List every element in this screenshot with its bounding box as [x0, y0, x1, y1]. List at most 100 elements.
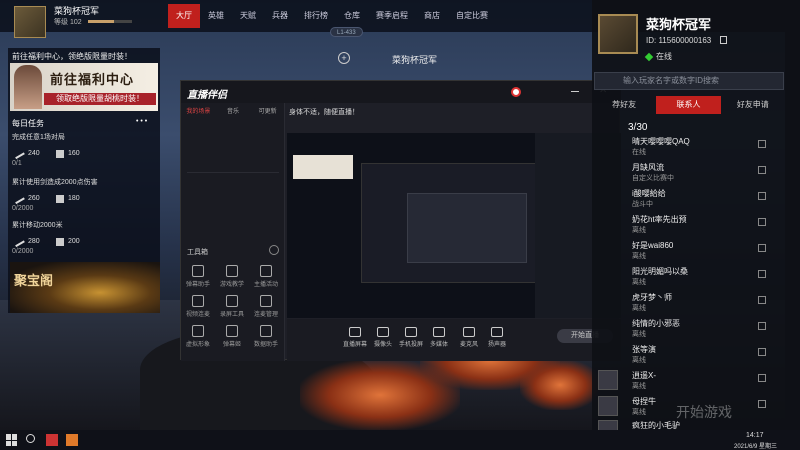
friend-item[interactable]: 好是wai860 离线 [598, 238, 784, 262]
friend-action-icon[interactable] [758, 192, 766, 200]
task-item: 完成任意1场对局 240 160 0/1 [12, 132, 160, 167]
nav-item-season[interactable]: 赛季启程 [368, 4, 416, 28]
source-phone-button[interactable]: 手机投屏 [399, 327, 423, 348]
tool-danmu-helper[interactable]: 弹幕助手 [185, 265, 211, 288]
player-level: 等级 102 [54, 19, 82, 26]
app-icon-red[interactable] [46, 434, 58, 446]
friend-item[interactable]: 纯情的小邪恶 离线 [598, 316, 784, 340]
microphone-button[interactable]: 麦克风 [457, 327, 481, 348]
promo-subtitle: 领取绝版限量胡桃时装！ [44, 93, 156, 105]
nav-item-warehouse[interactable]: 仓库 [336, 4, 368, 28]
nav-item-talents[interactable]: 天赋 [232, 4, 264, 28]
stream-app-sidebar: 我的场景 音乐 可更新 工具箱 弹幕助手 游戏教学 主播活动 视频连麦 录屏工具… [181, 103, 285, 361]
speaker-button[interactable]: 扬声器 [485, 327, 509, 348]
nav-item-heroes[interactable]: 英雄 [200, 4, 232, 28]
friend-action-icon[interactable] [758, 374, 766, 382]
stream-title-bar[interactable]: 身体不适，随便直播！ [289, 107, 359, 117]
windows-start-icon[interactable] [6, 434, 18, 446]
friend-count: 3/30 [628, 122, 648, 133]
friend-item[interactable]: 虎牙梦丶师 离线 [598, 290, 784, 314]
tab-contacts[interactable]: 联系人 [656, 96, 721, 114]
stream-app-window: 直播伴侣 ✕ 我的场景 音乐 可更新 工具箱 弹幕助手 游戏教学 主播活动 视频… [180, 80, 621, 361]
task-reward-xp: 260 [28, 195, 40, 202]
record-icon[interactable] [511, 87, 521, 97]
friend-action-icon[interactable] [758, 348, 766, 356]
task-progress: 0/2000 [12, 248, 34, 255]
tool-streamer-events[interactable]: 主播活动 [253, 265, 279, 288]
clock-time: 14:17 [746, 432, 764, 439]
tool-game-teaching[interactable]: 游戏教学 [219, 265, 245, 288]
promo-banner[interactable]: 前往福利中心 领取绝版限量胡桃时装！ [10, 63, 158, 111]
friend-item[interactable]: 月缺风流 自定义比赛中 [598, 160, 784, 184]
app-icon-orange[interactable] [66, 434, 78, 446]
friend-action-icon[interactable] [758, 400, 766, 408]
start-game-watermark: 开始游戏 [676, 404, 732, 420]
minimize-icon[interactable] [571, 91, 579, 92]
tab-updates[interactable]: 可更新 [250, 105, 285, 119]
stream-preview[interactable] [287, 133, 621, 318]
level-progress-bar [88, 20, 132, 23]
copy-icon[interactable] [720, 36, 727, 44]
friend-item[interactable]: 逍遥X- 离线 [598, 368, 784, 392]
friend-action-icon[interactable] [758, 218, 766, 226]
stream-source-bar: 直播屏幕 摄像头 手机投屏 多媒体 麦克风 扬声器 开始直播 [287, 319, 621, 361]
task-item: 累计使用剑造成2000点伤害 260 180 0/2000 [12, 177, 160, 212]
server-pill: L1-433 [330, 27, 363, 37]
search-icon[interactable] [26, 434, 35, 443]
tasks-more-button[interactable]: • • • [136, 118, 147, 125]
tool-screen-record[interactable]: 录屏工具 [219, 295, 245, 318]
nav-item-lobby[interactable]: 大厅 [168, 4, 200, 28]
friend-action-icon[interactable] [758, 244, 766, 252]
friend-avatar [598, 396, 618, 416]
tools-more-button[interactable] [269, 245, 279, 255]
friend-action-icon[interactable] [758, 322, 766, 330]
add-circle-icon[interactable]: + [338, 52, 350, 64]
tab-recommend[interactable]: 荐好友 [592, 96, 656, 114]
nav-item-leaderboard[interactable]: 排行榜 [296, 4, 336, 28]
coin-icon [56, 150, 64, 158]
friend-search-input[interactable]: 输入玩家名字或数字ID搜索 [594, 72, 784, 90]
friend-avatar [598, 420, 618, 430]
tool-video-link[interactable]: 视频连麦 [185, 295, 211, 318]
source-screen-button[interactable]: 直播屏幕 [343, 327, 367, 348]
nav-item-weapons[interactable]: 兵器 [264, 4, 296, 28]
friends-panel: 菜狗杯冠军 ID: 115600000163 在线 输入玩家名字或数字ID搜索 … [592, 0, 785, 430]
friend-action-icon[interactable] [758, 296, 766, 304]
online-dot-icon [644, 52, 654, 62]
source-media-button[interactable]: 多媒体 [427, 327, 451, 348]
friend-action-icon[interactable] [758, 140, 766, 148]
tab-requests[interactable]: 好友申请 [721, 96, 785, 114]
task-reward-coin: 200 [68, 238, 80, 245]
friend-item[interactable]: 张等演 离线 [598, 342, 784, 366]
tool-data-helper[interactable]: 数据助手 [253, 325, 279, 348]
tab-my-scenes[interactable]: 我的场景 [181, 105, 216, 119]
friend-item[interactable]: 奶花ht率先出预 离线 [598, 212, 784, 236]
sword-icon [13, 193, 25, 205]
friend-item[interactable]: 阳光明媚吗以桑 离线 [598, 264, 784, 288]
stream-app-logo: 直播伴侣 [187, 90, 227, 101]
task-reward-coin: 180 [68, 195, 80, 202]
profile-avatar[interactable] [598, 14, 638, 54]
friend-item[interactable]: i酸嘤給给 战斗中 [598, 186, 784, 210]
clock-date: 2021/6/9 星期三 [734, 444, 778, 450]
task-reward-xp: 240 [28, 150, 40, 157]
tab-music[interactable]: 音乐 [216, 105, 251, 119]
player-avatar[interactable] [14, 6, 46, 38]
task-reward-coin: 160 [68, 150, 80, 157]
right-edge-strip [785, 0, 800, 430]
tool-link-manage[interactable]: 连麦管理 [253, 295, 279, 318]
task-desc: 累计移动2000米 [12, 222, 63, 229]
nav-item-custom-match[interactable]: 自定比赛 [448, 4, 496, 28]
nested-preview-inner [407, 193, 527, 263]
tool-danmu-ji[interactable]: 弹幕姬 [219, 325, 245, 348]
tools-label: 工具箱 [187, 249, 208, 256]
friend-action-icon[interactable] [758, 270, 766, 278]
sword-icon [13, 236, 25, 248]
treasure-pavilion-banner[interactable]: 聚宝阁 [10, 262, 160, 313]
friend-item[interactable]: 晴天嘤嘤嘤QAQ 在线 [598, 134, 784, 158]
tool-avatar[interactable]: 虚拟形象 [185, 325, 211, 348]
nav-item-shop[interactable]: 商店 [416, 4, 448, 28]
promo-title: 前往福利中心 [50, 72, 135, 87]
friend-action-icon[interactable] [758, 166, 766, 174]
source-camera-button[interactable]: 摄像头 [371, 327, 395, 348]
